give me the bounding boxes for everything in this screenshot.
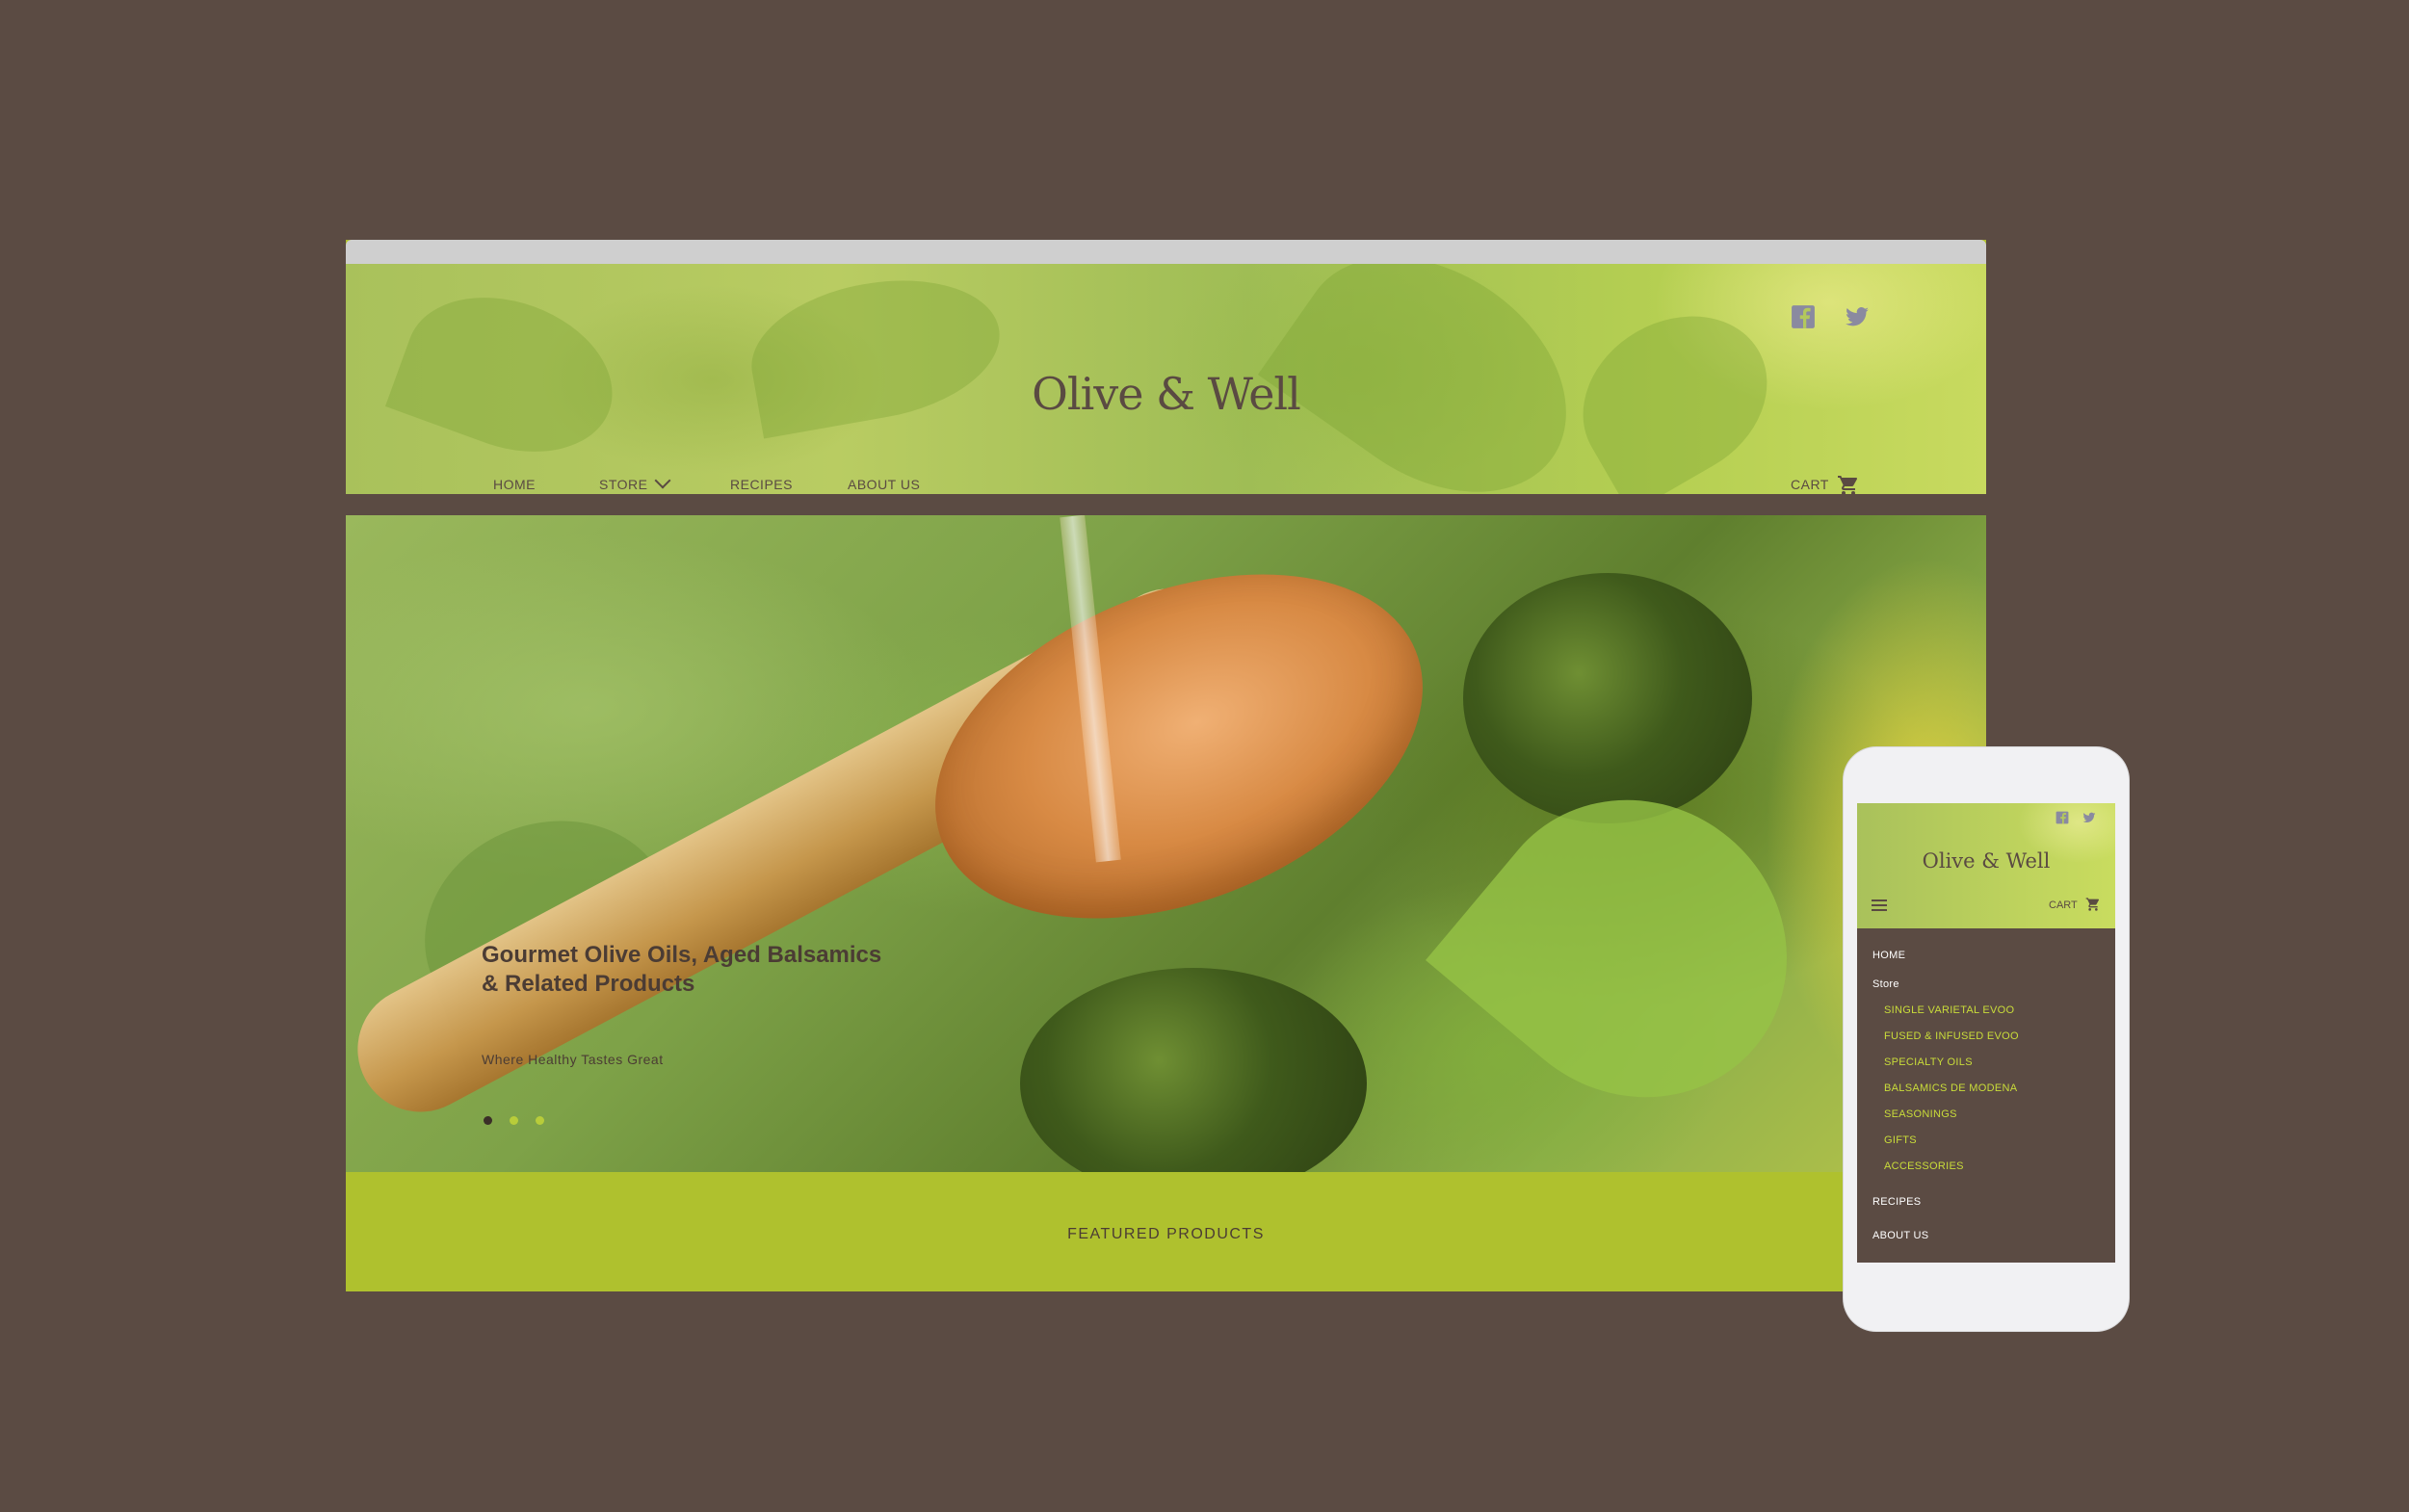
mobile-menu-store[interactable]: Store: [1872, 978, 1899, 990]
nav-cart[interactable]: CART: [1791, 477, 1829, 494]
mobile-menu-home[interactable]: HOME: [1872, 950, 1905, 961]
nav-store-label: STORE: [599, 477, 648, 492]
chevron-down-icon: [654, 472, 671, 489]
facebook-icon[interactable]: [1791, 304, 1816, 329]
brand-logo[interactable]: Olive & Well: [346, 368, 1986, 420]
carousel-dots: [484, 1116, 544, 1125]
mobile-submenu-item[interactable]: BALSAMICS DE MODENA: [1884, 1082, 2017, 1094]
mobile-submenu-item[interactable]: SPECIALTY OILS: [1884, 1056, 1973, 1068]
carousel-dot[interactable]: [510, 1116, 518, 1125]
desktop-browser-window: Olive & Well HOME STORE RECIPES ABOUT US…: [346, 240, 1986, 1291]
featured-products-heading: FEATURED PRODUCTS: [1067, 1226, 1265, 1242]
mobile-menu-recipes[interactable]: RECIPES: [1872, 1196, 1921, 1208]
browser-title-bar: [346, 240, 1986, 264]
hero-leaf-image: [1426, 739, 1847, 1159]
mobile-phone-frame: Olive & Well CART HOME Store SINGLE VARI…: [1844, 747, 2129, 1331]
twitter-icon[interactable]: [2082, 811, 2096, 824]
carousel-dot[interactable]: [536, 1116, 544, 1125]
hero-subheadline: Where Healthy Tastes Great: [482, 1052, 664, 1067]
mobile-submenu-item[interactable]: GIFTS: [1884, 1134, 1917, 1146]
mobile-brand-logo[interactable]: Olive & Well: [1857, 849, 2115, 873]
hero-broccoli-image: [1020, 968, 1367, 1172]
hero-carousel: [346, 515, 1986, 1172]
cart-icon[interactable]: [1836, 474, 1861, 494]
mobile-submenu-item[interactable]: SEASONINGS: [1884, 1108, 1957, 1120]
hero-spoon-bowl: [884, 515, 1474, 985]
mobile-screen: Olive & Well CART HOME Store SINGLE VARI…: [1857, 803, 2115, 1263]
mobile-submenu-item[interactable]: FUSED & INFUSED EVOO: [1884, 1030, 2019, 1042]
mobile-cart-label[interactable]: CART: [2049, 899, 2078, 911]
nav-recipes[interactable]: RECIPES: [730, 477, 793, 494]
header-divider-band: [346, 494, 1986, 515]
cart-icon[interactable]: [2085, 897, 2101, 912]
site-header: Olive & Well HOME STORE RECIPES ABOUT US…: [346, 264, 1986, 494]
mobile-header: Olive & Well CART: [1857, 803, 2115, 928]
twitter-icon[interactable]: [1845, 304, 1870, 329]
carousel-dot-active[interactable]: [484, 1116, 492, 1125]
hero-headline: Gourmet Olive Oils, Aged Balsamics & Rel…: [482, 942, 882, 997]
nav-about-us[interactable]: ABOUT US: [848, 477, 920, 494]
mobile-submenu-item[interactable]: ACCESSORIES: [1884, 1160, 1964, 1172]
hero-broccoli-image: [1463, 573, 1752, 823]
nav-home[interactable]: HOME: [493, 477, 536, 494]
hamburger-menu-icon[interactable]: [1872, 899, 1887, 911]
nav-store[interactable]: STORE: [599, 472, 671, 494]
mobile-menu-about-us[interactable]: ABOUT US: [1872, 1230, 1928, 1241]
facebook-icon[interactable]: [2056, 811, 2069, 824]
mobile-submenu-item[interactable]: SINGLE VARIETAL EVOO: [1884, 1004, 2014, 1016]
